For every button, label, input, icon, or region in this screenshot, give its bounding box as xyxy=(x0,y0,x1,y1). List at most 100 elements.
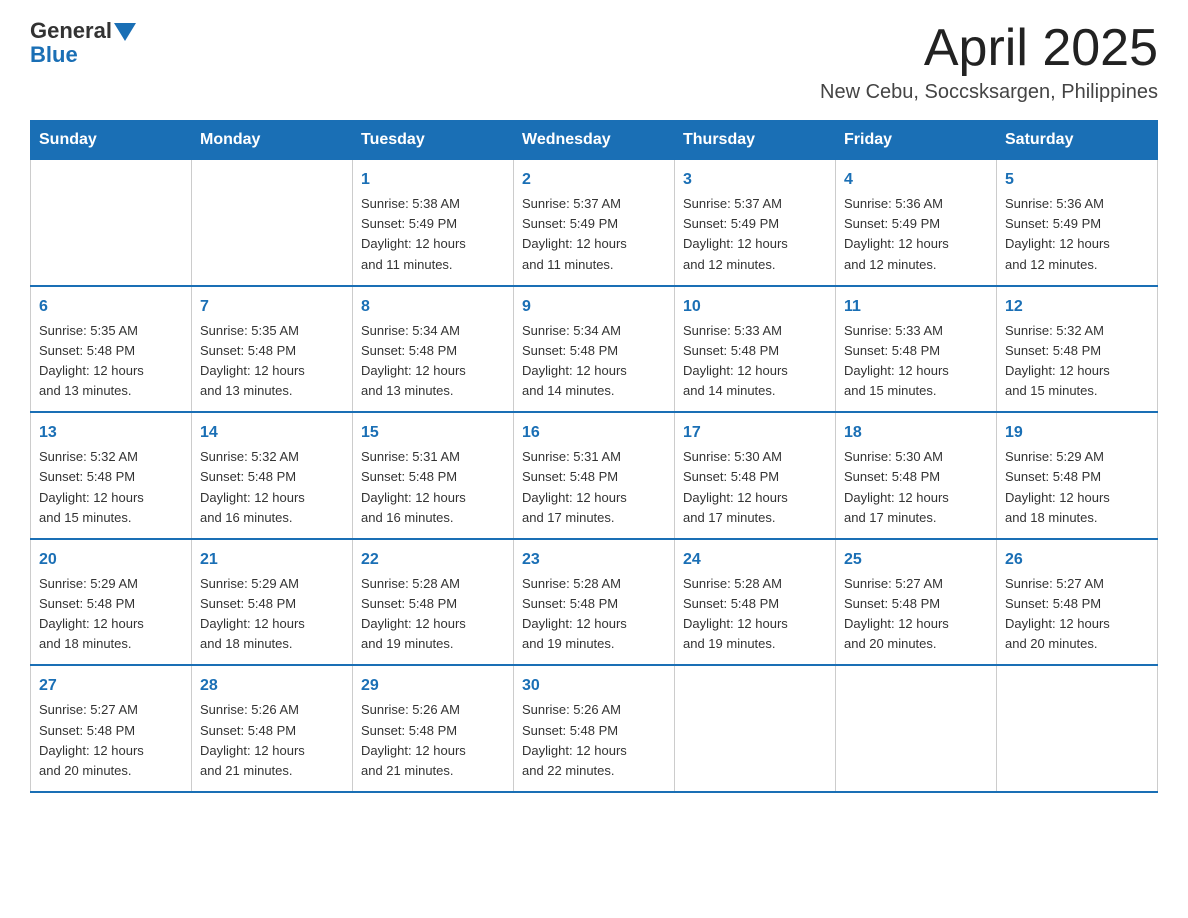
day-info: Sunrise: 5:26 AM Sunset: 5:48 PM Dayligh… xyxy=(361,700,505,781)
calendar-cell xyxy=(31,160,192,286)
day-number: 18 xyxy=(844,421,988,445)
day-info: Sunrise: 5:33 AM Sunset: 5:48 PM Dayligh… xyxy=(844,321,988,402)
day-info: Sunrise: 5:29 AM Sunset: 5:48 PM Dayligh… xyxy=(39,574,183,655)
calendar-cell: 3Sunrise: 5:37 AM Sunset: 5:49 PM Daylig… xyxy=(675,160,836,286)
day-info: Sunrise: 5:32 AM Sunset: 5:48 PM Dayligh… xyxy=(200,447,344,528)
calendar-cell: 13Sunrise: 5:32 AM Sunset: 5:48 PM Dayli… xyxy=(31,412,192,539)
day-info: Sunrise: 5:28 AM Sunset: 5:48 PM Dayligh… xyxy=(361,574,505,655)
calendar-cell: 2Sunrise: 5:37 AM Sunset: 5:49 PM Daylig… xyxy=(514,160,675,286)
day-info: Sunrise: 5:37 AM Sunset: 5:49 PM Dayligh… xyxy=(683,194,827,275)
day-number: 30 xyxy=(522,674,666,698)
logo: General Blue xyxy=(30,20,136,68)
day-number: 8 xyxy=(361,295,505,319)
day-number: 9 xyxy=(522,295,666,319)
day-info: Sunrise: 5:31 AM Sunset: 5:48 PM Dayligh… xyxy=(361,447,505,528)
calendar-cell: 14Sunrise: 5:32 AM Sunset: 5:48 PM Dayli… xyxy=(192,412,353,539)
calendar-cell: 21Sunrise: 5:29 AM Sunset: 5:48 PM Dayli… xyxy=(192,539,353,666)
day-info: Sunrise: 5:33 AM Sunset: 5:48 PM Dayligh… xyxy=(683,321,827,402)
calendar-header-thursday: Thursday xyxy=(675,121,836,160)
logo-blue: Blue xyxy=(30,42,78,67)
calendar-cell: 27Sunrise: 5:27 AM Sunset: 5:48 PM Dayli… xyxy=(31,665,192,792)
calendar-cell: 25Sunrise: 5:27 AM Sunset: 5:48 PM Dayli… xyxy=(836,539,997,666)
calendar-table: SundayMondayTuesdayWednesdayThursdayFrid… xyxy=(30,120,1158,793)
calendar-header-row: SundayMondayTuesdayWednesdayThursdayFrid… xyxy=(31,121,1158,160)
calendar-cell: 23Sunrise: 5:28 AM Sunset: 5:48 PM Dayli… xyxy=(514,539,675,666)
title-block: April 2025 New Cebu, Soccsksargen, Phili… xyxy=(820,20,1158,104)
day-info: Sunrise: 5:28 AM Sunset: 5:48 PM Dayligh… xyxy=(522,574,666,655)
day-number: 13 xyxy=(39,421,183,445)
day-info: Sunrise: 5:38 AM Sunset: 5:49 PM Dayligh… xyxy=(361,194,505,275)
day-number: 25 xyxy=(844,548,988,572)
calendar-header-monday: Monday xyxy=(192,121,353,160)
calendar-cell: 24Sunrise: 5:28 AM Sunset: 5:48 PM Dayli… xyxy=(675,539,836,666)
calendar-cell: 15Sunrise: 5:31 AM Sunset: 5:48 PM Dayli… xyxy=(353,412,514,539)
calendar-header-sunday: Sunday xyxy=(31,121,192,160)
day-info: Sunrise: 5:29 AM Sunset: 5:48 PM Dayligh… xyxy=(200,574,344,655)
calendar-cell xyxy=(836,665,997,792)
calendar-cell: 20Sunrise: 5:29 AM Sunset: 5:48 PM Dayli… xyxy=(31,539,192,666)
day-info: Sunrise: 5:27 AM Sunset: 5:48 PM Dayligh… xyxy=(1005,574,1149,655)
calendar-cell: 22Sunrise: 5:28 AM Sunset: 5:48 PM Dayli… xyxy=(353,539,514,666)
calendar-header-wednesday: Wednesday xyxy=(514,121,675,160)
day-number: 3 xyxy=(683,168,827,192)
day-number: 19 xyxy=(1005,421,1149,445)
day-info: Sunrise: 5:37 AM Sunset: 5:49 PM Dayligh… xyxy=(522,194,666,275)
calendar-header-friday: Friday xyxy=(836,121,997,160)
day-info: Sunrise: 5:27 AM Sunset: 5:48 PM Dayligh… xyxy=(39,700,183,781)
calendar-cell: 28Sunrise: 5:26 AM Sunset: 5:48 PM Dayli… xyxy=(192,665,353,792)
logo-general: General xyxy=(30,20,112,42)
calendar-cell xyxy=(192,160,353,286)
day-number: 15 xyxy=(361,421,505,445)
day-number: 7 xyxy=(200,295,344,319)
calendar-cell: 1Sunrise: 5:38 AM Sunset: 5:49 PM Daylig… xyxy=(353,160,514,286)
calendar-cell: 29Sunrise: 5:26 AM Sunset: 5:48 PM Dayli… xyxy=(353,665,514,792)
calendar-cell: 8Sunrise: 5:34 AM Sunset: 5:48 PM Daylig… xyxy=(353,286,514,413)
day-info: Sunrise: 5:28 AM Sunset: 5:48 PM Dayligh… xyxy=(683,574,827,655)
day-number: 20 xyxy=(39,548,183,572)
day-info: Sunrise: 5:32 AM Sunset: 5:48 PM Dayligh… xyxy=(39,447,183,528)
calendar-week-row: 6Sunrise: 5:35 AM Sunset: 5:48 PM Daylig… xyxy=(31,286,1158,413)
day-number: 11 xyxy=(844,295,988,319)
day-info: Sunrise: 5:36 AM Sunset: 5:49 PM Dayligh… xyxy=(844,194,988,275)
calendar-week-row: 13Sunrise: 5:32 AM Sunset: 5:48 PM Dayli… xyxy=(31,412,1158,539)
day-number: 24 xyxy=(683,548,827,572)
calendar-week-row: 1Sunrise: 5:38 AM Sunset: 5:49 PM Daylig… xyxy=(31,160,1158,286)
calendar-cell: 11Sunrise: 5:33 AM Sunset: 5:48 PM Dayli… xyxy=(836,286,997,413)
calendar-week-row: 27Sunrise: 5:27 AM Sunset: 5:48 PM Dayli… xyxy=(31,665,1158,792)
day-info: Sunrise: 5:34 AM Sunset: 5:48 PM Dayligh… xyxy=(522,321,666,402)
calendar-week-row: 20Sunrise: 5:29 AM Sunset: 5:48 PM Dayli… xyxy=(31,539,1158,666)
calendar-cell: 4Sunrise: 5:36 AM Sunset: 5:49 PM Daylig… xyxy=(836,160,997,286)
day-info: Sunrise: 5:34 AM Sunset: 5:48 PM Dayligh… xyxy=(361,321,505,402)
page-title: April 2025 xyxy=(820,20,1158,77)
day-info: Sunrise: 5:26 AM Sunset: 5:48 PM Dayligh… xyxy=(522,700,666,781)
day-number: 29 xyxy=(361,674,505,698)
day-info: Sunrise: 5:29 AM Sunset: 5:48 PM Dayligh… xyxy=(1005,447,1149,528)
day-info: Sunrise: 5:36 AM Sunset: 5:49 PM Dayligh… xyxy=(1005,194,1149,275)
calendar-cell: 5Sunrise: 5:36 AM Sunset: 5:49 PM Daylig… xyxy=(997,160,1158,286)
calendar-cell: 17Sunrise: 5:30 AM Sunset: 5:48 PM Dayli… xyxy=(675,412,836,539)
calendar-cell: 30Sunrise: 5:26 AM Sunset: 5:48 PM Dayli… xyxy=(514,665,675,792)
calendar-header-tuesday: Tuesday xyxy=(353,121,514,160)
day-number: 26 xyxy=(1005,548,1149,572)
logo-arrow-icon xyxy=(114,23,136,41)
day-info: Sunrise: 5:31 AM Sunset: 5:48 PM Dayligh… xyxy=(522,447,666,528)
day-number: 27 xyxy=(39,674,183,698)
day-number: 22 xyxy=(361,548,505,572)
day-number: 17 xyxy=(683,421,827,445)
day-number: 14 xyxy=(200,421,344,445)
page-subtitle: New Cebu, Soccsksargen, Philippines xyxy=(820,81,1158,104)
calendar-cell: 10Sunrise: 5:33 AM Sunset: 5:48 PM Dayli… xyxy=(675,286,836,413)
calendar-cell: 6Sunrise: 5:35 AM Sunset: 5:48 PM Daylig… xyxy=(31,286,192,413)
day-number: 4 xyxy=(844,168,988,192)
day-number: 23 xyxy=(522,548,666,572)
day-info: Sunrise: 5:35 AM Sunset: 5:48 PM Dayligh… xyxy=(200,321,344,402)
calendar-cell: 12Sunrise: 5:32 AM Sunset: 5:48 PM Dayli… xyxy=(997,286,1158,413)
calendar-cell: 16Sunrise: 5:31 AM Sunset: 5:48 PM Dayli… xyxy=(514,412,675,539)
day-info: Sunrise: 5:30 AM Sunset: 5:48 PM Dayligh… xyxy=(844,447,988,528)
day-number: 10 xyxy=(683,295,827,319)
day-info: Sunrise: 5:32 AM Sunset: 5:48 PM Dayligh… xyxy=(1005,321,1149,402)
calendar-header-saturday: Saturday xyxy=(997,121,1158,160)
day-number: 5 xyxy=(1005,168,1149,192)
calendar-cell xyxy=(997,665,1158,792)
day-number: 2 xyxy=(522,168,666,192)
